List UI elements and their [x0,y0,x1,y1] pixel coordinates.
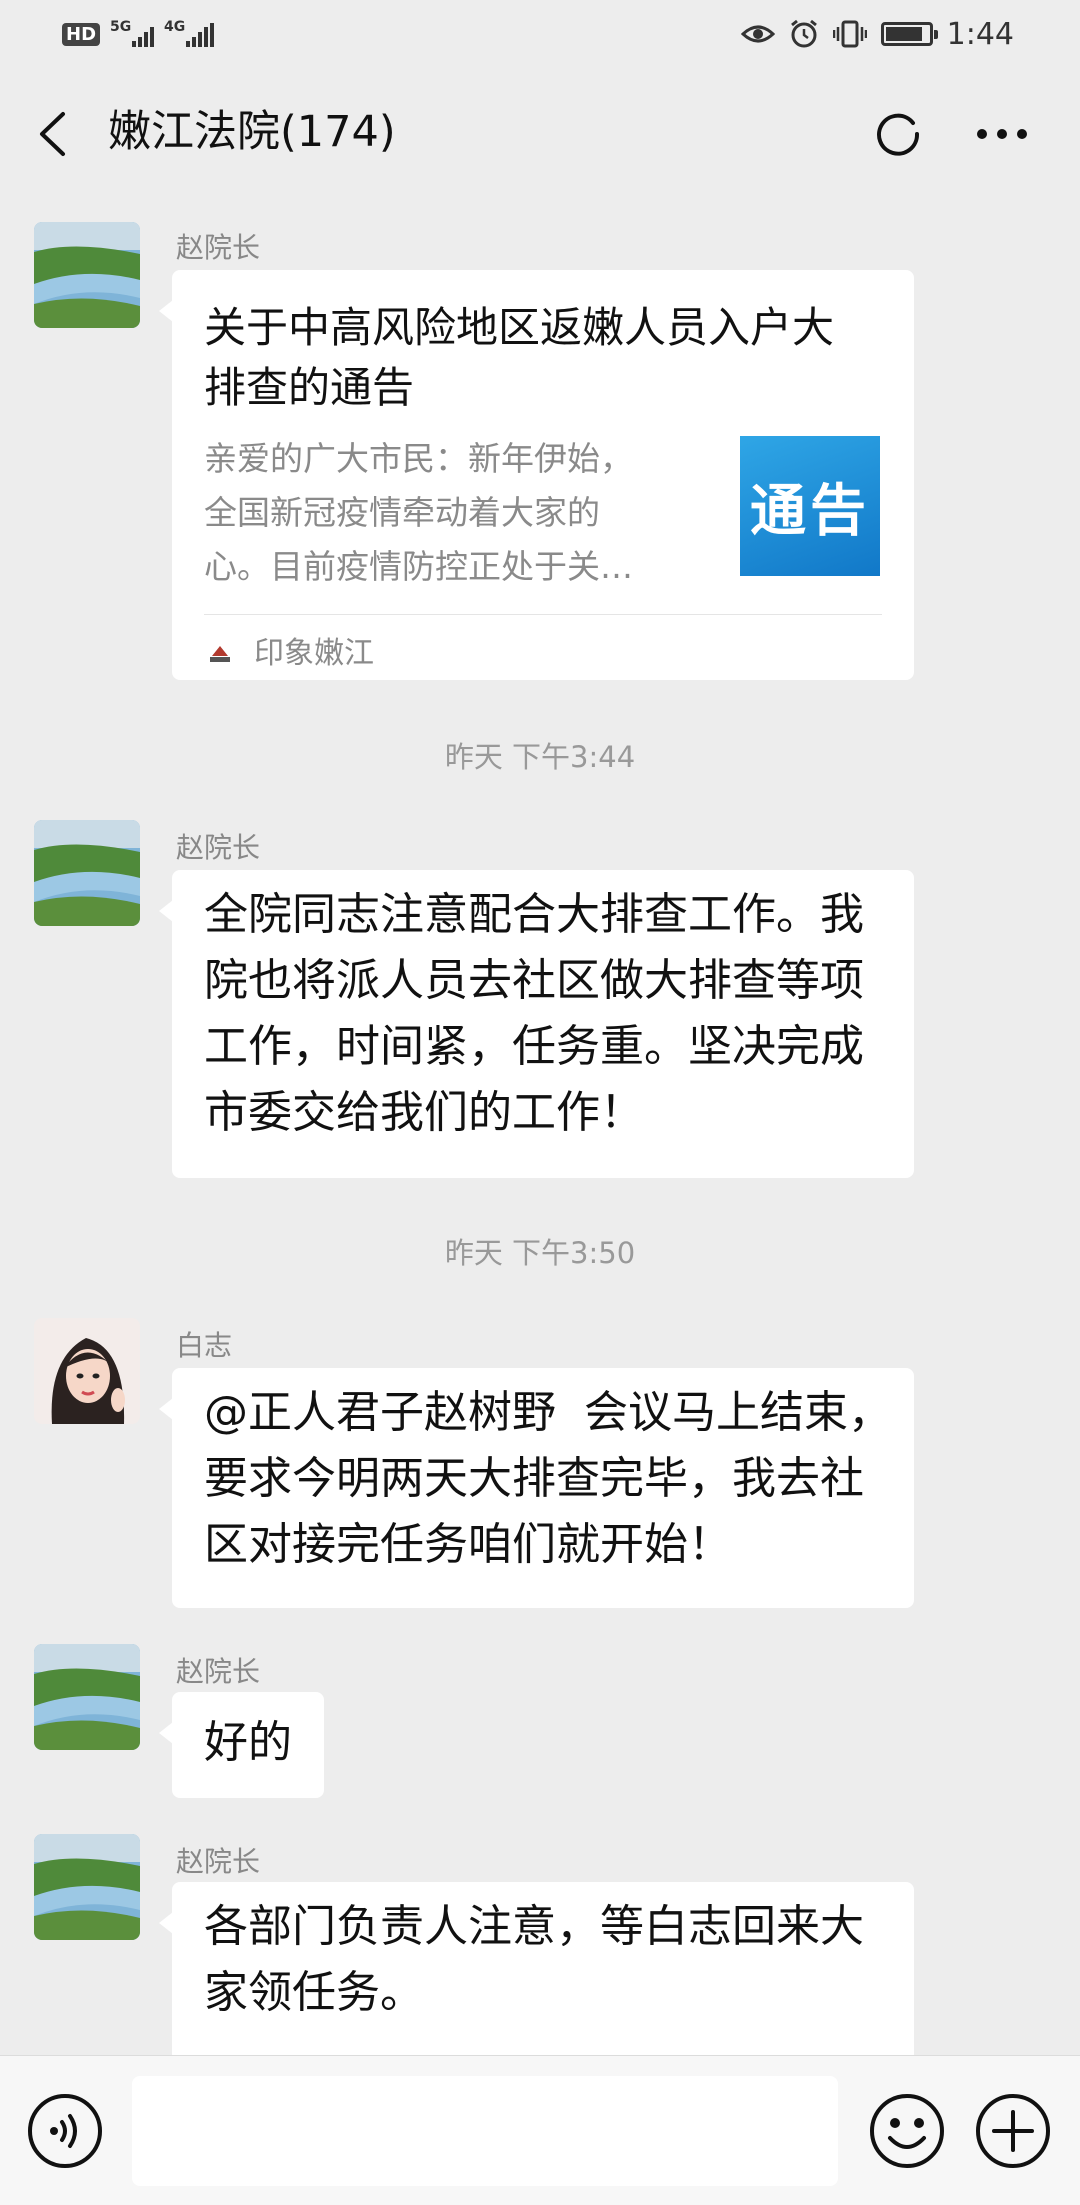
plus-icon[interactable] [974,2092,1052,2170]
sender-name: 赵院长 [176,231,261,264]
signal-icon-sim1: 5G [110,19,155,47]
emoji-icon[interactable] [868,2092,946,2170]
voice-icon[interactable] [26,2092,104,2170]
article-card[interactable]: 关于中高风险地区返嫩人员入户大 排查的通告 亲爱的广大市民：新年伊始， 全国新冠… [159,270,914,680]
more-icon[interactable] [972,106,1032,162]
refresh-icon[interactable] [870,106,926,162]
message-bubble[interactable]: @正人君子赵树野 会议马上结束， 要求今明两天大排查完毕，我去社 区对接完任务咱… [159,1368,914,1608]
message-bubble[interactable]: 好的 [159,1692,324,1798]
input-bar [0,2055,1080,2205]
avatar[interactable] [34,820,140,926]
message-input[interactable] [132,2076,838,2186]
sender-name: 白志 [176,1329,233,1362]
eye-icon [740,25,775,43]
message-text: 好的 [204,1717,292,1768]
time-divider: 昨天 下午3:44 [444,740,636,774]
message-text: 全院同志注意配合大排查工作。我 院也将派人员去社区做大排查等项 工作，时间紧，任… [204,889,864,1138]
message-bubble[interactable]: 全院同志注意配合大排查工作。我 院也将派人员去社区做大排查等项 工作，时间紧，任… [159,870,914,1178]
message-bubble[interactable]: 各部门负责人注意，等白志回来大 家领任务。 [159,1882,914,2062]
divider [204,614,882,615]
avatar[interactable] [34,1644,140,1750]
message-text: @正人君子赵树野 会议马上结束， 要求今明两天大排查完毕，我去社 区对接完任务咱… [204,1387,892,1570]
time-divider: 昨天 下午3:50 [444,1236,636,1270]
back-arrow-icon[interactable] [30,106,80,162]
sender-name: 赵院长 [176,831,261,864]
avatar[interactable] [34,1318,140,1424]
vibrate-icon [832,20,867,48]
avatar[interactable] [34,222,140,328]
source-logo-icon [210,646,230,662]
signal-icon-sim2: 4G [164,19,215,47]
sender-name: 赵院长 [176,1845,261,1878]
article-source: 印象嫩江 [254,636,374,671]
clock-time: 1:44 [946,16,1014,52]
message-text: 各部门负责人注意，等白志回来大 家领任务。 [204,1901,864,2018]
chat-title: 嫩江法院(174) [108,107,396,157]
article-title: 关于中高风险地区返嫩人员入户大 排查的通告 [204,303,835,412]
hd-badge: HD [62,22,101,46]
sender-name: 赵院长 [176,1655,261,1688]
avatar[interactable] [34,1834,140,1940]
article-description: 亲爱的广大市民：新年伊始， 全国新冠疫情牵动着大家的 心。目前疫情防控正处于关… [204,439,633,586]
chat-header: 嫩江法院(174) [0,66,1080,198]
battery-icon [880,22,938,46]
alarm-icon [790,19,817,48]
article-thumbnail: 通告 [740,436,880,576]
status-bar: HD 5G 4G 1:44 [0,0,1080,66]
